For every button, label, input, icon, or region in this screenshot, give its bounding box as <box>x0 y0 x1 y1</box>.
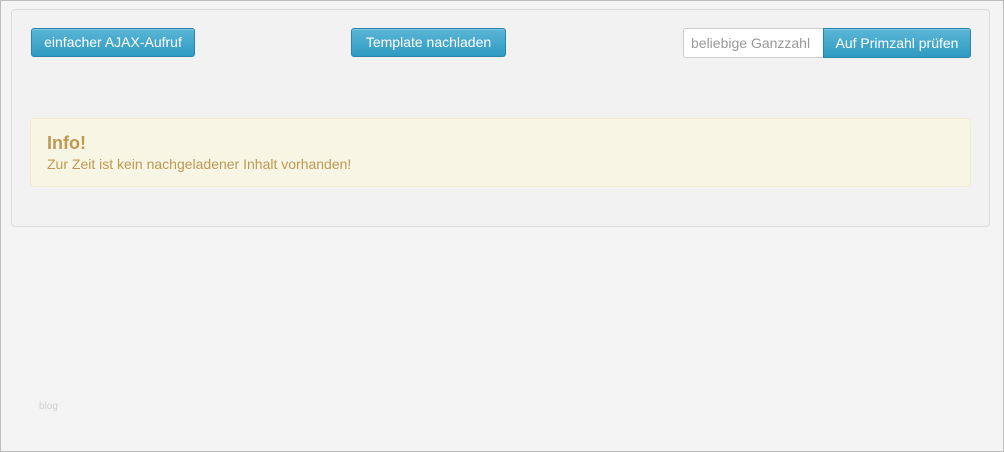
ajax-call-button[interactable]: einfacher AJAX-Aufruf <box>31 28 195 57</box>
info-alert: Info! Zur Zeit ist kein nachgeladener In… <box>30 118 971 187</box>
alert-title: Info! <box>47 133 86 153</box>
check-prime-button[interactable]: Auf Primzahl prüfen <box>823 28 971 58</box>
footer-blog-link[interactable]: blog <box>39 401 58 412</box>
integer-input[interactable] <box>683 28 823 58</box>
prime-check-group: Auf Primzahl prüfen <box>683 28 971 58</box>
alert-message: Zur Zeit ist kein nachgeladener Inhalt v… <box>47 156 352 172</box>
load-template-button[interactable]: Template nachladen <box>351 28 506 57</box>
